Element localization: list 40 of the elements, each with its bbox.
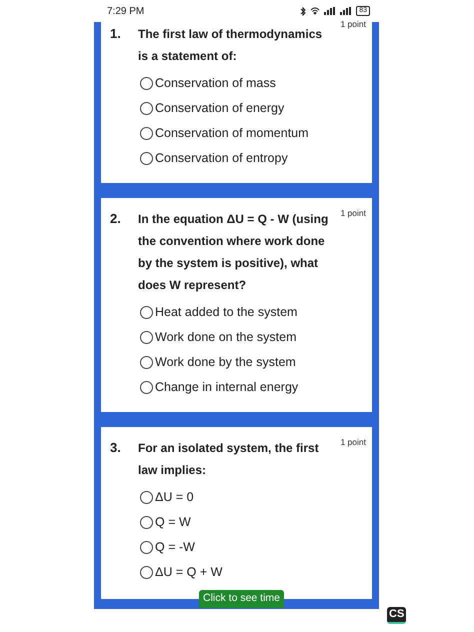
radio-button[interactable] — [140, 127, 153, 140]
signal-icon — [324, 7, 336, 15]
radio-button[interactable] — [140, 516, 153, 529]
radio-button[interactable] — [140, 356, 153, 369]
option-label: Conservation of momentum — [155, 125, 309, 142]
radio-button[interactable] — [140, 331, 153, 344]
question-number: 3. — [109, 439, 122, 457]
option-label: Heat added to the system — [155, 304, 298, 322]
radio-button[interactable] — [140, 491, 153, 504]
option-label: Conservation of mass — [155, 75, 276, 92]
option-label: Q = -W — [155, 539, 195, 556]
radio-button[interactable] — [140, 306, 153, 319]
question-text: In the equation ΔU = Q - W (using the convention where work done by the system is positive), what does W represent? — [138, 211, 330, 294]
radio-button[interactable] — [140, 102, 153, 115]
option-label: Work done on the system — [155, 329, 297, 346]
radio-button[interactable] — [140, 541, 153, 554]
option-label: Conservation of energy — [155, 100, 284, 118]
question-text: For an isolated system, the first law implies: — [138, 440, 320, 479]
question-number: 2. — [109, 210, 122, 228]
option-label: Conservation of entropy — [155, 150, 288, 168]
points-label: 1 point — [340, 19, 366, 30]
points-label: 1 point — [340, 208, 366, 219]
points-label: 1 point — [340, 437, 366, 448]
radio-button[interactable] — [140, 152, 153, 165]
question-text: The first law of thermodynamics is a statement of: — [138, 26, 324, 65]
option-label: ΔU = 0 — [155, 489, 194, 506]
radio-button[interactable] — [140, 77, 153, 90]
wifi-icon — [310, 7, 320, 15]
option-label: Q = W — [155, 514, 191, 532]
question-number: 1. — [109, 25, 122, 43]
option-label: Change in internal energy — [155, 379, 298, 396]
radio-button[interactable] — [140, 381, 153, 394]
option-label: Work done by the system — [155, 354, 296, 372]
app-logo: CS — [387, 607, 406, 624]
timer-button[interactable]: Click to see time — [199, 590, 284, 608]
bluetooth-icon — [300, 6, 306, 16]
signal-icon — [340, 7, 352, 15]
status-time: 7:29 PM — [107, 4, 144, 18]
radio-button[interactable] — [140, 566, 153, 579]
option-label: ΔU = Q + W — [155, 564, 222, 582]
